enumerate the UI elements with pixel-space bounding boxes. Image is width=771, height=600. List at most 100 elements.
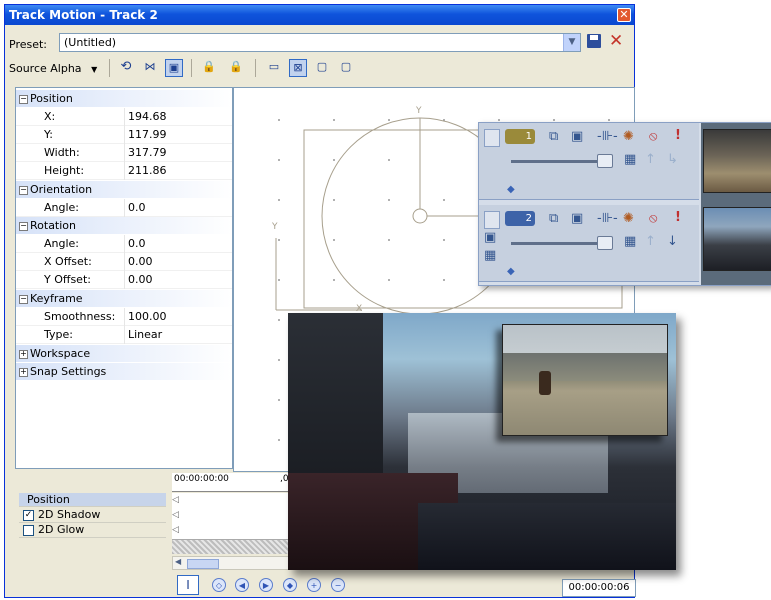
clip-area[interactable] bbox=[701, 123, 771, 285]
keyframe-track-list: Position ✓ 2D Shadow 2D Glow bbox=[19, 493, 166, 541]
property-height[interactable]: Height: 211.86 bbox=[16, 162, 232, 180]
property-x-offset[interactable]: X Offset: 0.00 bbox=[16, 253, 232, 271]
track-1-opacity-slider[interactable] bbox=[511, 160, 611, 163]
track-2-header[interactable]: 2 ⧉ ▣ -⊪- ✺ ⦸ ! ▣ ▦ ▦ ↑ ↓ ◆ bbox=[479, 205, 699, 282]
collapse-icon[interactable]: − bbox=[19, 221, 28, 231]
preset-label: Preset: bbox=[9, 38, 48, 51]
property-x[interactable]: X: 194.68 bbox=[16, 108, 232, 126]
scrollbar-thumb[interactable] bbox=[187, 559, 219, 569]
track-motion-icon[interactable]: ▣ bbox=[571, 130, 583, 144]
clip-thumbnail-horse[interactable] bbox=[703, 129, 771, 193]
track-motion-small-icon[interactable]: ▣ bbox=[484, 231, 496, 245]
make-child-icon[interactable]: ↑ bbox=[645, 153, 656, 167]
track-motion-icon[interactable]: ▣ bbox=[571, 212, 583, 226]
category-rotation[interactable]: − Rotation bbox=[16, 217, 232, 234]
keyframe-lanes[interactable]: ◁ ◁ ◁ bbox=[172, 493, 290, 540]
parent-compositing-icon[interactable]: -⊪- bbox=[597, 212, 618, 226]
close-button[interactable]: ✕ bbox=[617, 8, 631, 22]
property-width[interactable]: Width: 317.79 bbox=[16, 144, 232, 162]
property-orientation-angle[interactable]: Angle: 0.0 bbox=[16, 199, 232, 217]
2d-shadow-checkbox[interactable]: ✓ bbox=[23, 509, 34, 521]
source-alpha-label: Source Alpha bbox=[9, 62, 82, 75]
2d-glow-checkbox[interactable] bbox=[23, 524, 34, 536]
category-position[interactable]: − Position bbox=[16, 90, 232, 107]
center-frame-icon[interactable]: ⊠ bbox=[289, 59, 307, 77]
fit-frame-icon[interactable]: ▭ bbox=[265, 59, 283, 77]
toolbar-separator bbox=[255, 59, 256, 77]
last-keyframe-icon[interactable]: ◆ bbox=[283, 578, 297, 592]
composite-mode-icon[interactable]: ⧉ bbox=[549, 130, 558, 144]
timeline-hatched-region bbox=[172, 540, 290, 554]
clip-thumbnail-street[interactable] bbox=[703, 207, 771, 271]
category-keyframe[interactable]: − Keyframe bbox=[16, 290, 232, 307]
property-y[interactable]: Y: 117.99 bbox=[16, 126, 232, 144]
solo-icon[interactable]: ! bbox=[675, 211, 681, 225]
previous-keyframe-icon[interactable]: ◀ bbox=[235, 578, 249, 592]
keyframe-diamond-icon[interactable]: ◆ bbox=[507, 183, 515, 197]
chevron-down-icon: ▼ bbox=[91, 65, 98, 74]
lock-envelope-icon[interactable]: Ⅰ bbox=[177, 575, 199, 595]
3d-box-icon[interactable]: ▣ bbox=[165, 59, 183, 77]
track-1-number: 1 bbox=[505, 129, 535, 144]
category-snap-settings[interactable]: + Snap Settings bbox=[16, 363, 232, 380]
window-title: Track Motion - Track 2 bbox=[9, 8, 158, 22]
track-1-header[interactable]: 1 ⧉ ▣ -⊪- ✺ ⦸ ! ▦ ↑ ↳ ◆ bbox=[479, 123, 699, 200]
track-expand-icon[interactable] bbox=[484, 129, 500, 147]
toolbar-separator bbox=[191, 59, 192, 77]
delete-keyframe-icon[interactable]: − bbox=[331, 578, 345, 592]
category-orientation[interactable]: − Orientation bbox=[16, 181, 232, 198]
solo-icon[interactable]: ! bbox=[675, 129, 681, 143]
compositing-mode-icon[interactable]: ▦ bbox=[624, 153, 636, 167]
chevron-down-icon[interactable]: ▼ bbox=[563, 34, 580, 51]
mountain-range bbox=[503, 353, 667, 381]
track-fx-icon[interactable]: ✺ bbox=[623, 130, 634, 144]
category-workspace[interactable]: + Workspace bbox=[16, 345, 232, 362]
make-child-icon[interactable]: ↑ bbox=[645, 235, 656, 249]
mute-icon[interactable]: ⦸ bbox=[649, 212, 657, 226]
property-type[interactable]: Type: Linear bbox=[16, 326, 232, 344]
collapse-icon[interactable]: − bbox=[19, 294, 28, 304]
snap-icon[interactable]: ⋈ bbox=[141, 59, 159, 77]
title-bar[interactable]: Track Motion - Track 2 ✕ bbox=[5, 5, 634, 25]
make-parent-icon[interactable]: ↓ bbox=[667, 235, 678, 249]
keyframe-diamond-icon[interactable]: ◆ bbox=[507, 265, 515, 279]
track-2-slider-knob[interactable] bbox=[597, 236, 613, 250]
track-2d-glow[interactable]: 2D Glow bbox=[19, 523, 166, 538]
expand-icon[interactable]: + bbox=[19, 367, 28, 377]
collapse-icon[interactable]: − bbox=[19, 94, 28, 104]
track-fx-icon[interactable]: ✺ bbox=[623, 212, 634, 226]
next-keyframe-icon[interactable]: ▶ bbox=[259, 578, 273, 592]
track-2d-shadow[interactable]: ✓ 2D Shadow bbox=[19, 508, 166, 523]
y-axis-icon[interactable]: ▢ bbox=[337, 59, 355, 77]
expand-icon[interactable]: + bbox=[19, 349, 28, 359]
parent-compositing-icon[interactable]: -⊪- bbox=[597, 130, 618, 144]
timeline-scrollbar[interactable]: ◀ bbox=[172, 556, 290, 570]
make-parent-icon[interactable]: ↳ bbox=[667, 153, 678, 167]
first-keyframe-icon[interactable]: ◇ bbox=[212, 578, 226, 592]
ruler-start-time: 00:00:00:00 bbox=[174, 474, 229, 484]
delete-preset-icon[interactable]: ✕ bbox=[609, 31, 623, 51]
preset-combobox[interactable]: (Untitled) ▼ bbox=[59, 33, 581, 52]
mute-icon[interactable]: ⦸ bbox=[649, 130, 657, 144]
track-expand-icon[interactable] bbox=[484, 211, 500, 229]
lock-x-icon[interactable]: 🔒 bbox=[200, 59, 218, 77]
track-position[interactable]: Position bbox=[19, 493, 166, 507]
track-2-number: 2 bbox=[505, 211, 535, 226]
timeline-ruler[interactable]: 00:00:00:00 ,00 bbox=[172, 473, 294, 492]
undo-icon[interactable]: ⟲ bbox=[117, 59, 135, 77]
scroll-left-icon[interactable]: ◀ bbox=[175, 557, 181, 566]
composite-mode-icon[interactable]: ⧉ bbox=[549, 212, 558, 226]
track-2-opacity-slider[interactable] bbox=[511, 242, 611, 245]
compositing-mode-icon[interactable]: ▦ bbox=[624, 235, 636, 249]
property-smoothness[interactable]: Smoothness: 100.00 bbox=[16, 308, 232, 326]
x-axis-icon[interactable]: ▢ bbox=[313, 59, 331, 77]
collapse-icon[interactable]: − bbox=[19, 185, 28, 195]
add-keyframe-icon[interactable]: + bbox=[307, 578, 321, 592]
property-rotation-angle[interactable]: Angle: 0.0 bbox=[16, 235, 232, 253]
track-1-slider-knob[interactable] bbox=[597, 154, 613, 168]
property-y-offset[interactable]: Y Offset: 0.00 bbox=[16, 271, 232, 289]
save-preset-icon[interactable] bbox=[587, 34, 601, 48]
source-alpha-dropdown[interactable]: Source Alpha ▼ bbox=[9, 62, 97, 75]
lock-y-icon[interactable]: 🔒 bbox=[227, 59, 245, 77]
compositing-small-icon[interactable]: ▦ bbox=[484, 249, 496, 263]
